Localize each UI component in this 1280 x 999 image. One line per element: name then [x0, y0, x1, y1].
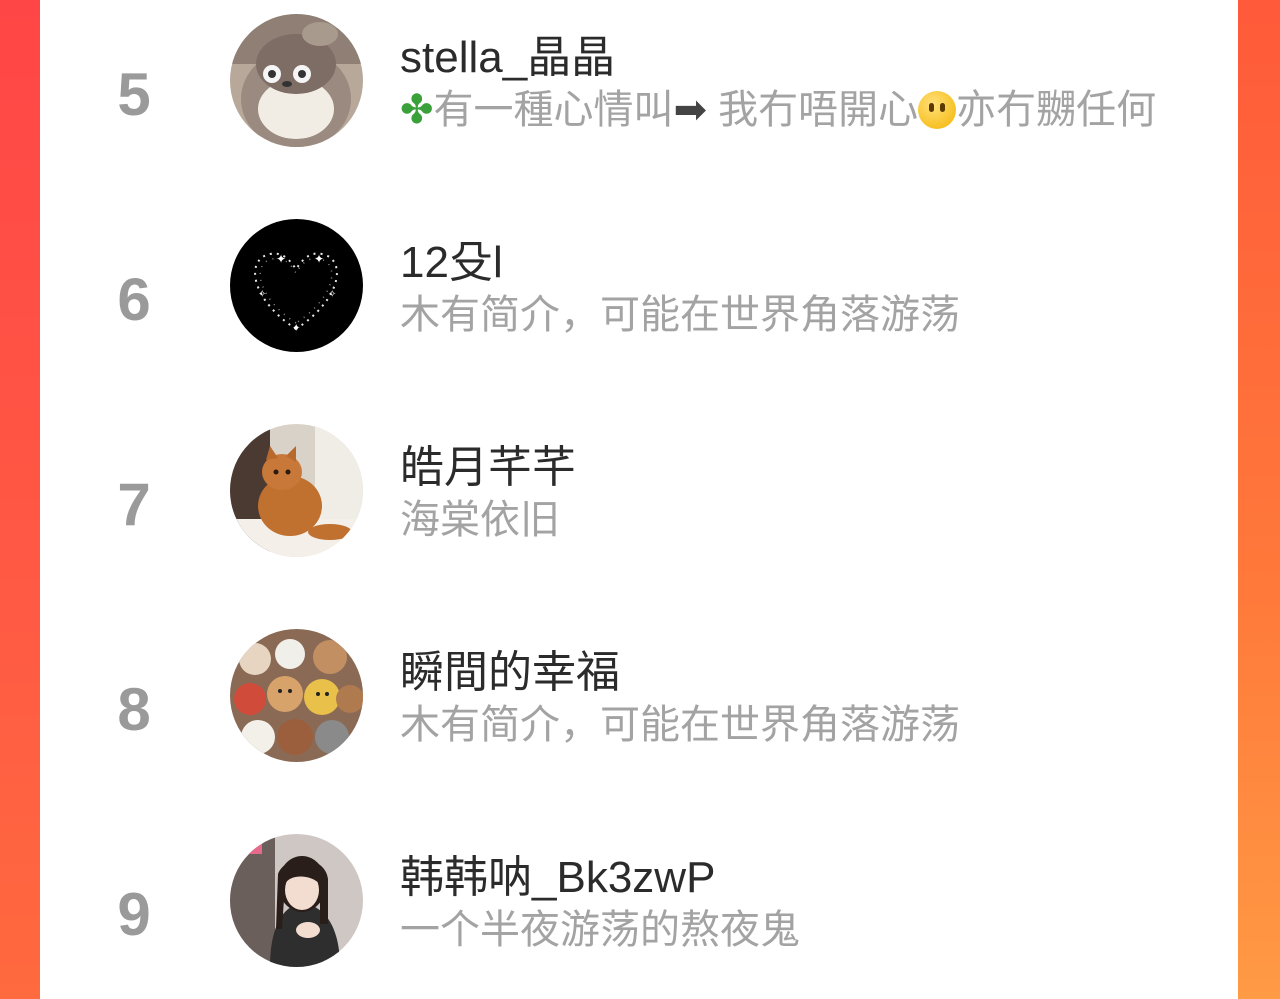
girl-portrait-avatar[interactable] — [230, 834, 363, 967]
user-name[interactable]: 皓月芊芊 — [400, 442, 576, 494]
svg-text:✧: ✧ — [328, 289, 336, 300]
user-name[interactable]: 瞬間的幸福 — [400, 647, 620, 699]
orange-cat-avatar[interactable] — [230, 424, 363, 557]
user-bio: 海棠依旧 — [400, 498, 560, 542]
rank-number: 9 — [117, 881, 151, 948]
list-item[interactable]: 8 瞬間的幸福 木有简介，可能在世界角落游荡 — [40, 615, 1238, 820]
no-mouth-face-emoji-icon — [918, 91, 957, 129]
bio-text-part3: 亦冇嬲任何 — [956, 88, 1157, 132]
bio-text-part2: 我冇唔開心 — [718, 88, 919, 132]
ranking-list-panel: 5 stella_晶晶 ✤有一種心情叫➡ 我冇唔開心 亦冇嬲任何 6 ✦ ✦ ✧… — [40, 0, 1238, 999]
background-edge-right — [1238, 0, 1280, 999]
svg-text:✧: ✧ — [258, 289, 266, 300]
four-leaf-clover-emoji-icon: ✤ — [400, 88, 434, 132]
list-item[interactable]: 9 韩韩呐_Bk3zwP 一个半夜游荡的熬夜鬼 — [40, 820, 1238, 999]
rank-number: 5 — [117, 61, 151, 128]
background-edge-left — [0, 0, 40, 999]
user-name[interactable]: 韩韩呐_Bk3zwP — [400, 852, 715, 904]
plush-toy-avatar[interactable] — [230, 14, 363, 147]
user-bio: 木有简介，可能在世界角落游荡 — [400, 293, 960, 337]
teddy-bears-avatar[interactable] — [230, 629, 363, 762]
user-name[interactable]: 12殳l — [400, 237, 503, 289]
svg-text:✦: ✦ — [314, 252, 324, 266]
list-item[interactable]: 5 stella_晶晶 ✤有一種心情叫➡ 我冇唔開心 亦冇嬲任何 — [40, 0, 1238, 205]
right-arrow-emoji-icon: ➡ — [673, 88, 708, 132]
svg-text:✦: ✦ — [292, 323, 300, 334]
svg-text:✦: ✦ — [276, 252, 286, 266]
user-bio: ✤有一種心情叫➡ 我冇唔開心 亦冇嬲任何 — [400, 86, 1156, 134]
user-bio: 一个半夜游荡的熬夜鬼 — [400, 908, 800, 952]
rank-number: 8 — [117, 676, 151, 743]
user-name[interactable]: stella_晶晶 — [400, 32, 615, 84]
sparkle-heart-avatar[interactable]: ✦ ✦ ✧ ✧ ✦ — [230, 219, 363, 352]
bio-text-part1: 有一種心情叫 — [433, 88, 674, 132]
list-item[interactable]: 6 ✦ ✦ ✧ ✧ ✦ 12殳l 木有简介，可能在世界角落游荡 — [40, 205, 1238, 410]
user-bio: 木有简介，可能在世界角落游荡 — [400, 703, 960, 747]
rank-number: 7 — [117, 471, 151, 538]
rank-number: 6 — [117, 266, 151, 333]
list-item[interactable]: 7 皓月芊芊 海棠依旧 — [40, 410, 1238, 615]
